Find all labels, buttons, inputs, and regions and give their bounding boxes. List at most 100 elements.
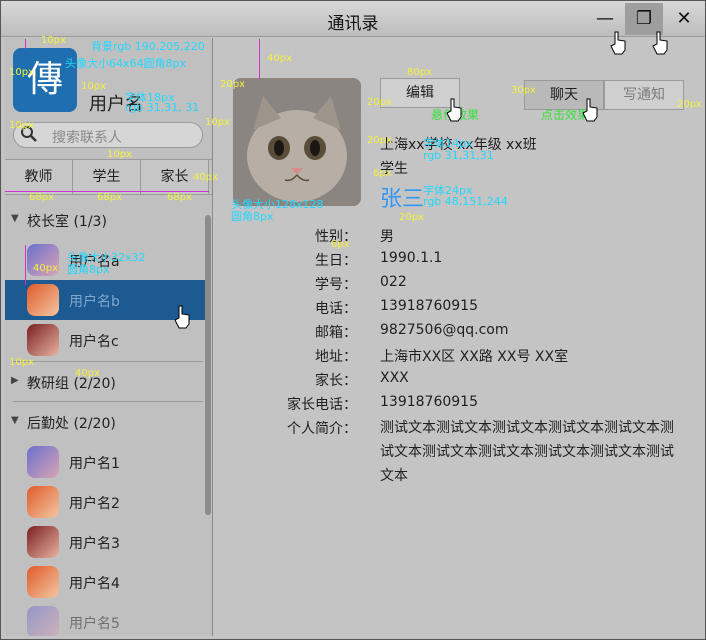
write-notice-button[interactable]: 写通知 bbox=[604, 80, 684, 110]
avatar bbox=[27, 324, 59, 356]
avatar bbox=[27, 566, 59, 598]
measure-label: 80px bbox=[407, 67, 432, 78]
measure-label: 68px bbox=[167, 192, 192, 203]
contact-photo bbox=[233, 78, 361, 206]
field-value: 9827506@qq.com bbox=[380, 322, 509, 338]
avatar-annotation: 头像大小64x64圆角8px bbox=[65, 57, 186, 70]
collapsed-arrow-icon: ▶ bbox=[11, 375, 19, 386]
field-key: 邮箱： bbox=[315, 325, 357, 341]
contact-name: 用户名b bbox=[69, 294, 120, 310]
field-value: 13918760915 bbox=[380, 298, 478, 314]
field-key: 学号： bbox=[315, 277, 357, 293]
field-row: 性别：男 bbox=[214, 224, 705, 248]
field-value: 13918760915 bbox=[380, 394, 478, 410]
list-item[interactable]: 用户名1 bbox=[5, 442, 211, 482]
measure-label: 40px bbox=[267, 53, 292, 64]
measure-label: 20px bbox=[367, 135, 392, 146]
avatar bbox=[27, 526, 59, 558]
title-bar[interactable]: 通讯录 — ❐ ✕ bbox=[1, 1, 705, 37]
measure-label: 20px bbox=[367, 97, 392, 108]
field-row: 生日： 1990.1.1 bbox=[214, 248, 705, 272]
field-row: 家长： XXX bbox=[214, 368, 705, 392]
hand-cursor-icon bbox=[652, 31, 668, 55]
field-key: 地址： bbox=[315, 349, 357, 365]
measure-line bbox=[25, 245, 26, 285]
measure-label: 68px bbox=[97, 192, 122, 203]
expanded-arrow-icon: ▼ bbox=[11, 415, 19, 426]
contact-name: 用户名4 bbox=[69, 576, 120, 592]
hand-cursor-icon bbox=[446, 98, 462, 122]
field-row: 电话： 13918760915 bbox=[214, 296, 705, 320]
measure-label: 10px bbox=[9, 67, 34, 78]
hand-cursor-icon bbox=[610, 31, 626, 55]
measure-label: 40px bbox=[33, 263, 58, 274]
bio-text: 测试文本测试文本测试文本测试文本测试文本测试文本测试文本测试文本测试文本测试文本… bbox=[380, 420, 674, 484]
photo-radius-annotation: 圆角8px bbox=[231, 210, 274, 223]
group-label: 后勤处 (2/20) bbox=[27, 416, 116, 432]
field-value: 上海市XX区 XX路 XX号 XX室 bbox=[380, 349, 569, 365]
list-item[interactable]: 用户名5 bbox=[5, 602, 211, 636]
field-row: 学号： 022 bbox=[214, 272, 705, 296]
measure-label: 30px bbox=[511, 85, 536, 96]
field-key: 生日： bbox=[315, 253, 357, 269]
list-item[interactable]: 用户名3 bbox=[5, 522, 211, 562]
font14-rgb-annotation: rgb 31,31,31 bbox=[423, 149, 494, 162]
group-logistics[interactable]: ▼ 后勤处 (2/20) bbox=[5, 402, 205, 442]
tab-teachers[interactable]: 教师 bbox=[5, 160, 73, 194]
contacts-sidebar: 傳 用户名 搜索联系人 教师 学生 家长 ▼ 校长室 (1/3) 用户名a 用户… bbox=[5, 38, 213, 636]
measure-label: 10px bbox=[81, 81, 106, 92]
measure-label: 6px bbox=[373, 168, 392, 179]
field-value: 022 bbox=[380, 274, 407, 290]
measure-label: 20px bbox=[220, 79, 245, 90]
hand-cursor-icon bbox=[174, 305, 190, 329]
contact-tabs: 教师 学生 家长 bbox=[5, 159, 212, 195]
list-item[interactable]: 用户名4 bbox=[5, 562, 211, 602]
field-key: 家长电话： bbox=[287, 397, 357, 413]
list-item[interactable]: 用户名2 bbox=[5, 482, 211, 522]
avatar bbox=[27, 284, 59, 316]
group-principal[interactable]: ▼ 校长室 (1/3) bbox=[5, 200, 205, 240]
expanded-arrow-icon: ▼ bbox=[11, 213, 19, 224]
measure-label: 20px bbox=[677, 99, 702, 110]
measure-label: 68px bbox=[29, 192, 54, 203]
address-book-window: 通讯录 — ❐ ✕ 傳 用户名 搜索联系人 教师 学生 家长 ▼ 校长室 (1/… bbox=[0, 0, 706, 640]
field-key: 电话： bbox=[315, 301, 357, 317]
measure-label: 10px bbox=[205, 117, 230, 128]
avatar bbox=[27, 606, 59, 636]
group-research[interactable]: ▶ 教研组 (2/20) bbox=[5, 362, 205, 402]
field-value: 1990.1.1 bbox=[380, 250, 443, 266]
bg-annotation: 背景rgb 190.205,220 bbox=[91, 40, 205, 53]
measure-label: 40px bbox=[193, 172, 218, 183]
contact-detail-panel: 编辑 聊天 写通知 上海xx学校 xx年级 xx班 学生 张三 性别：男 生日：… bbox=[214, 38, 705, 636]
field-row: 地址： 上海市XX区 XX路 XX号 XX室 bbox=[214, 344, 705, 368]
contact-name: 用户名2 bbox=[69, 496, 120, 512]
field-value: 男 bbox=[380, 229, 394, 245]
contact-name: 用户名3 bbox=[69, 536, 120, 552]
search-placeholder[interactable]: 搜索联系人 bbox=[52, 127, 122, 147]
measure-label: 10px bbox=[41, 35, 66, 46]
contact-name: 用户名1 bbox=[69, 456, 120, 472]
rgb-annotation: rgb 31,31, 31 bbox=[125, 101, 200, 114]
measure-line bbox=[259, 39, 260, 79]
measure-label: 10px bbox=[9, 357, 34, 368]
measure-label: 20px bbox=[399, 212, 424, 223]
scrollbar[interactable] bbox=[205, 215, 211, 515]
field-row: 邮箱： 9827506@qq.com bbox=[214, 320, 705, 344]
field-key: 个人简介： bbox=[287, 421, 357, 437]
measure-label: 6px bbox=[331, 239, 350, 250]
field-row: 家长电话： 13918760915 bbox=[214, 392, 705, 416]
measure-label: 10px bbox=[107, 149, 132, 160]
avatar bbox=[27, 446, 59, 478]
contact-realname: 张三 bbox=[380, 187, 425, 212]
search-box[interactable]: 搜索联系人 bbox=[13, 122, 203, 148]
measure-label: 40px bbox=[75, 368, 100, 379]
close-button[interactable]: ✕ bbox=[665, 3, 703, 35]
field-key: 家长： bbox=[315, 373, 357, 389]
small-avatar-radius-annotation: 圆角8px bbox=[67, 263, 110, 276]
field-value: XXX bbox=[380, 370, 409, 386]
measure-label: 10px bbox=[9, 120, 34, 131]
font24-rgb-annotation: rgb 48,151,244 bbox=[423, 195, 508, 208]
measure-line bbox=[25, 39, 26, 49]
group-label: 校长室 (1/3) bbox=[27, 214, 107, 230]
tab-students[interactable]: 学生 bbox=[73, 160, 141, 194]
